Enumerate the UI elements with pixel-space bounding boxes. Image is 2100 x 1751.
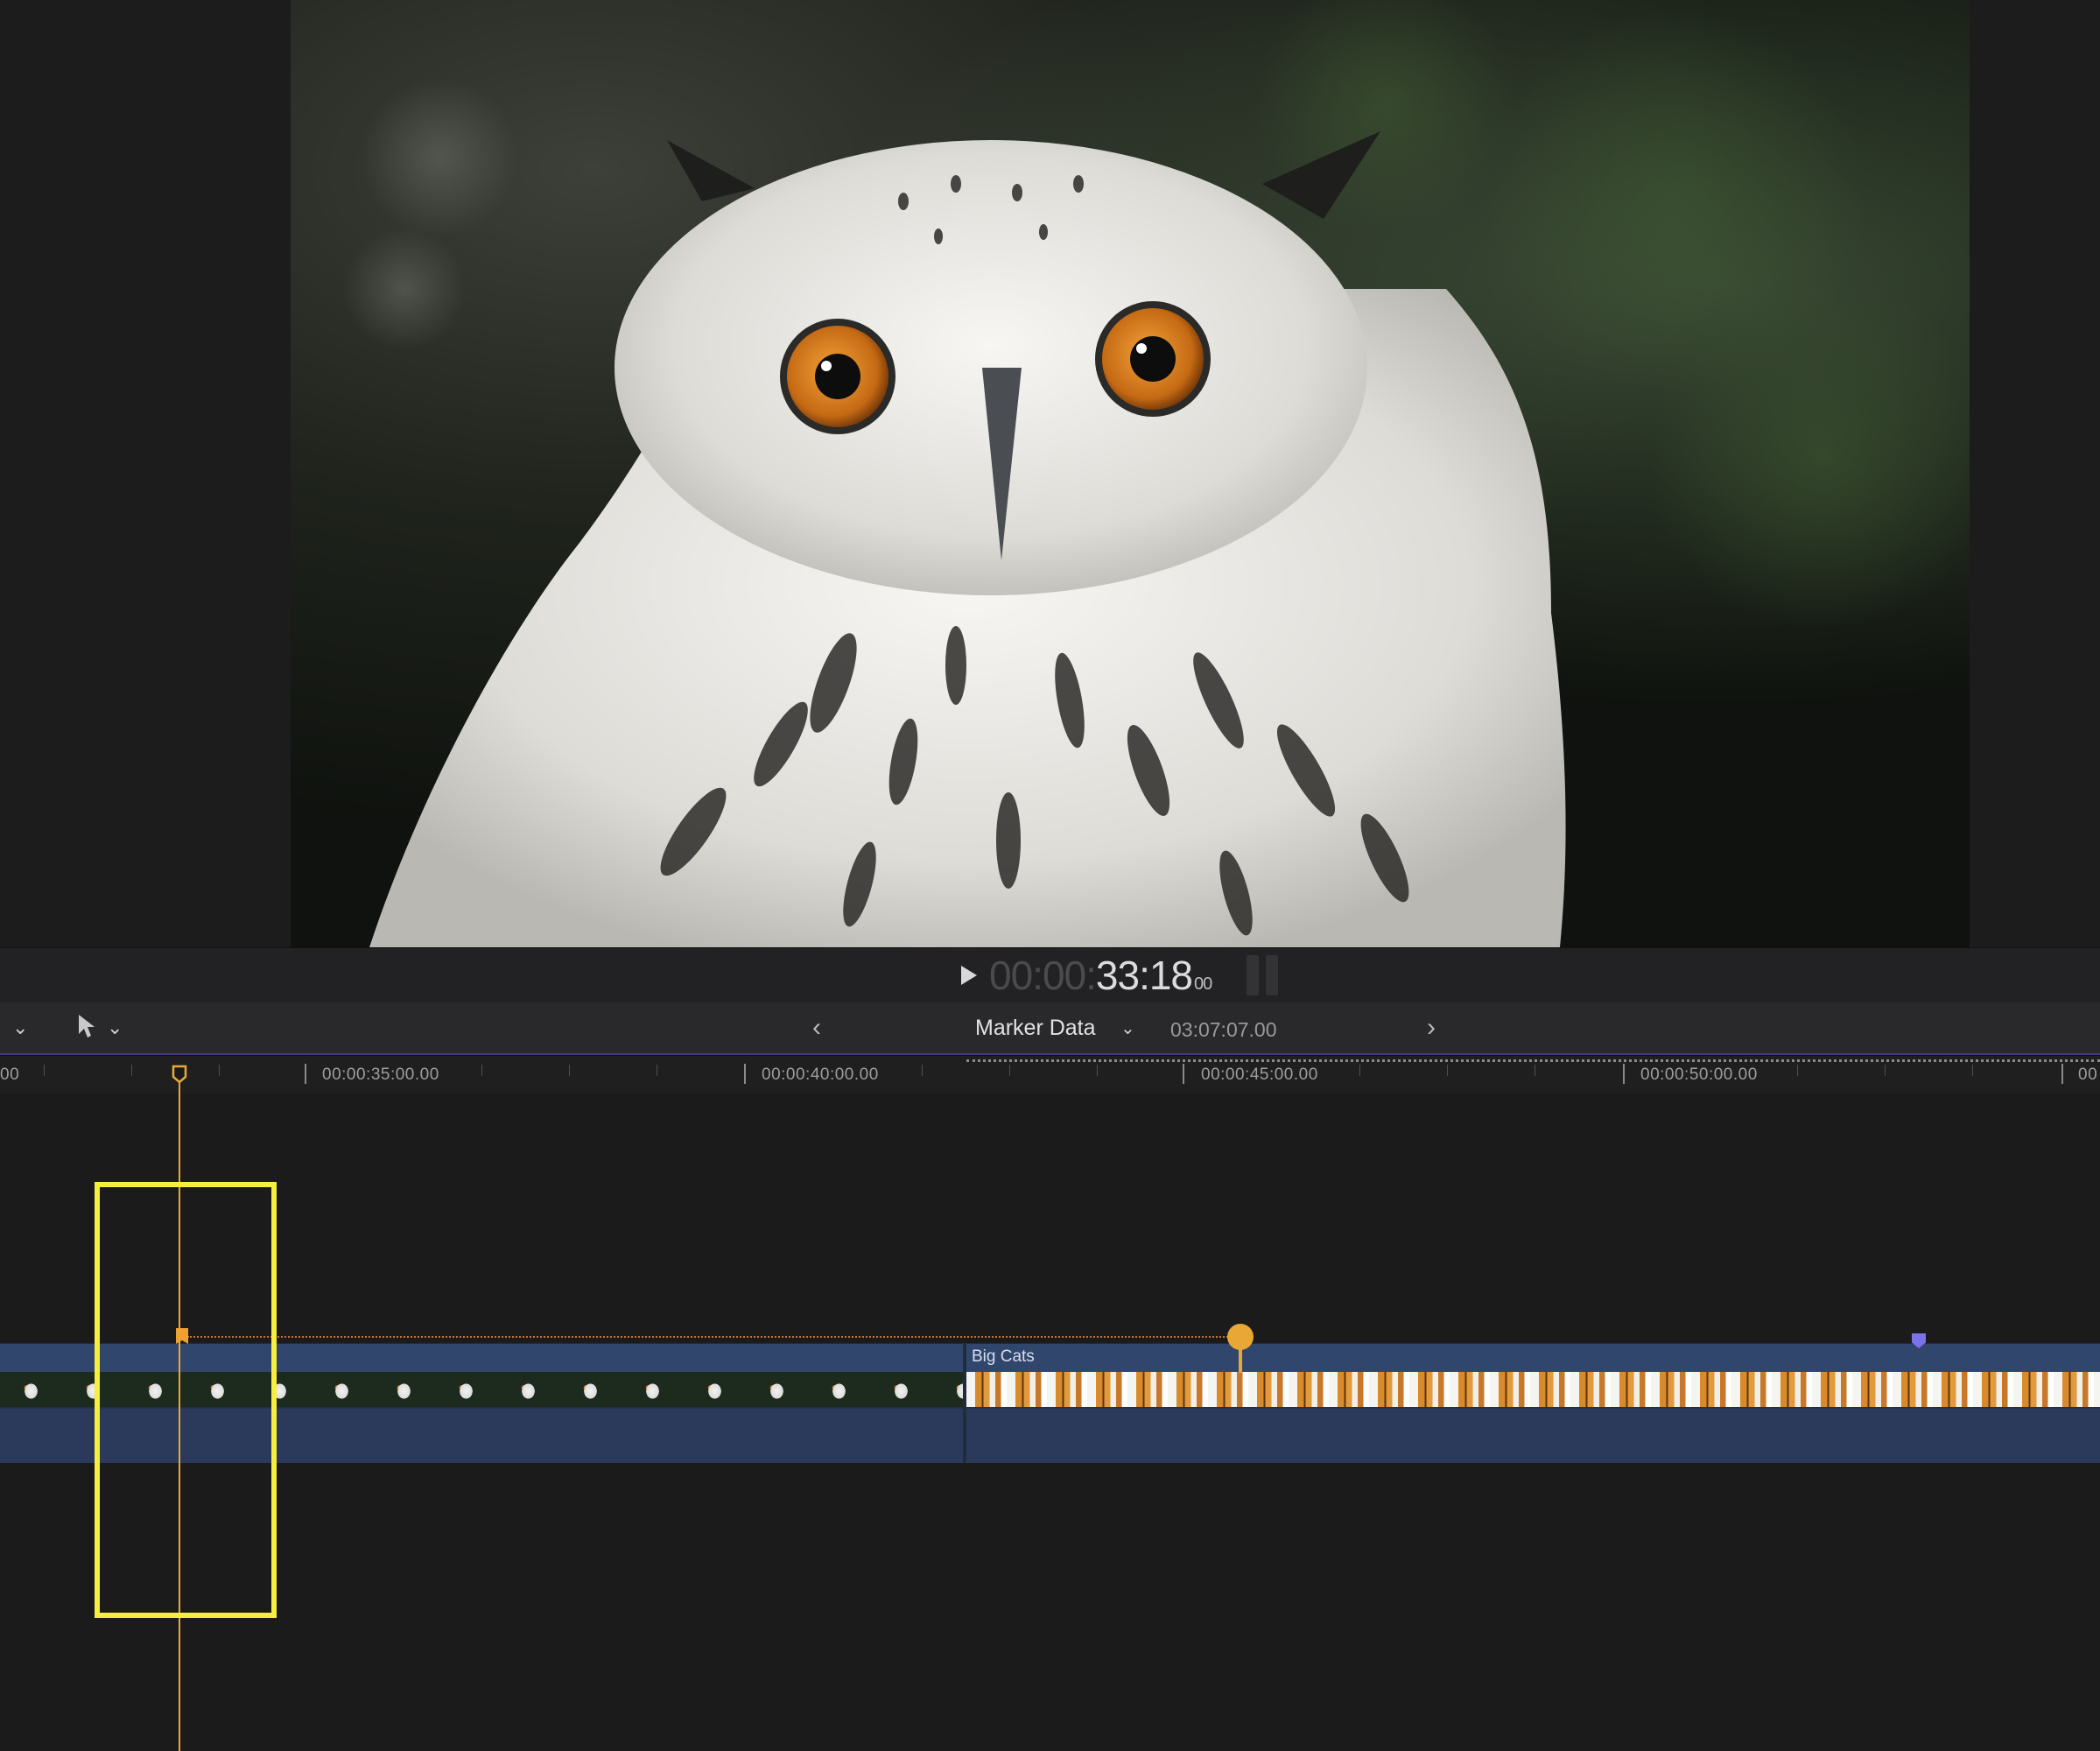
ruler-tick [219,1065,220,1076]
ruler-tick [744,1064,746,1084]
audio-meter-right [1266,955,1278,995]
ruler-tick [1797,1065,1798,1076]
project-duration: 03:07:07.00 [1170,1018,1277,1041]
ruler-tick [1097,1065,1098,1076]
play-icon[interactable] [961,966,977,985]
clip-big-cats[interactable]: Big Cats [966,1344,2100,1463]
timeline[interactable]: Big Cats [0,1093,2100,1751]
ruler-tick [569,1065,570,1076]
render-bar [966,1059,2100,1062]
ruler-label: 00 [0,1065,20,1084]
timeline-ruler[interactable]: 00 00:00:35:00.00 00:00:40:00.00 00:00:4… [0,1056,2100,1093]
audio-meter-left [1247,955,1259,995]
toolbar-divider [0,1053,2100,1055]
ruler-tick [2061,1064,2063,1084]
chapter-marker-stem [1239,1348,1242,1373]
playhead-handle-icon[interactable] [172,1065,187,1088]
timecode-hours-minutes: 00:00: [989,953,1097,998]
ruler-label: 00:00:50:00.00 [1640,1065,1758,1084]
ruler-tick [131,1065,132,1076]
chapter-marker[interactable] [1227,1324,1254,1350]
clip-title: Big Cats [972,1347,1035,1366]
arrow-pointer-icon[interactable] [77,1013,96,1044]
clip-header: Big Cats [966,1344,2100,1372]
timecode-seconds: 33:18 [1095,953,1193,998]
chevron-left-icon[interactable]: ‹ [812,1013,821,1043]
owl-image [343,0,1970,947]
timecode-frames: 00 [1194,974,1212,994]
ruler-tick [481,1065,482,1076]
ruler-label: 00:00:35:00.00 [322,1065,439,1084]
audio-meters [1247,955,1282,995]
ruler-label: 00 [2078,1065,2098,1084]
video-frame-owl[interactable] [291,0,1970,947]
ruler-tick [1885,1065,1886,1076]
timeline-toolbar: ⌄ ⌄ ‹ Marker Data ⌄ 03:07:07.00 › [0,1002,2100,1056]
clip-filmstrip [966,1372,2100,1407]
project-name[interactable]: Marker Data [975,1016,1096,1041]
chevron-down-icon[interactable]: ⌄ [107,1016,123,1039]
ruler-label: 00:00:45:00.00 [1201,1065,1318,1084]
ruler-tick [1009,1065,1010,1076]
viewer [0,0,2100,947]
ruler-tick [44,1065,45,1076]
chevron-down-icon[interactable]: ⌄ [12,1016,28,1039]
highlight-box [95,1182,277,1618]
chevron-down-icon[interactable]: ⌄ [1120,1017,1135,1039]
clip-audio [966,1407,2100,1463]
ruler-tick [1623,1064,1625,1084]
ruler-tick [305,1064,306,1084]
ruler-tick [1183,1064,1184,1084]
ruler-tick [1359,1065,1360,1076]
ruler-tick [922,1065,923,1076]
transport-bar: 00:00:33:18 00 [0,947,2100,1002]
ruler-tick [1972,1065,1973,1076]
marker-connection-line [187,1336,1238,1338]
timecode-display[interactable]: 00:00:33:18 00 [989,955,1212,995]
chevron-right-icon[interactable]: › [1427,1013,1436,1043]
ruler-tick [1447,1065,1448,1076]
ruler-label: 00:00:40:00.00 [762,1065,879,1084]
